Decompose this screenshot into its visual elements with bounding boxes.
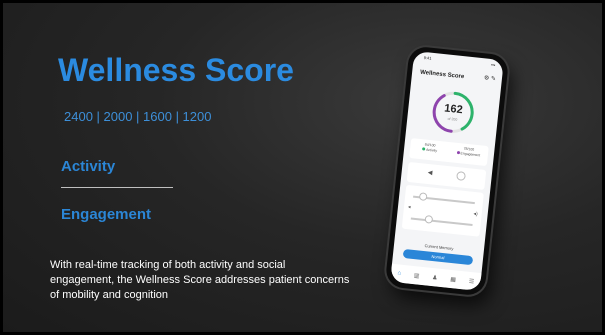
activity-dot-icon: [421, 147, 426, 151]
divider: [61, 187, 173, 188]
app-title: Wellness Score: [419, 69, 465, 81]
phone-screen: 9:41 ▪▪▪ Wellness Score ⚙ ✎ 162 of 200 8…: [390, 50, 504, 292]
engagement-dot-icon: [456, 150, 460, 155]
speaker-icon[interactable]: ◀: [427, 169, 432, 176]
settings-icon[interactable]: ⚙: [483, 75, 489, 82]
size-options: 2400 | 2000 | 1600 | 1200: [64, 109, 212, 124]
menu-icon[interactable]: ☰: [468, 277, 474, 285]
chart-icon[interactable]: ▥: [413, 272, 419, 280]
status-time: 9:41: [423, 54, 432, 61]
toggle-icon[interactable]: [456, 171, 467, 181]
activity-heading: Activity: [61, 158, 116, 175]
volume-low-icon: ◂: [407, 204, 411, 211]
slide: Wellness Score 2400 | 2000 | 1600 | 1200…: [3, 3, 602, 332]
description-text: With real-time tracking of both activity…: [50, 259, 350, 301]
slide-title: Wellness Score: [58, 52, 294, 88]
edit-icon[interactable]: ✎: [491, 76, 497, 82]
stats-card: 84/100 Activity 78/100 Engagement: [409, 138, 489, 167]
slider-1-thumb[interactable]: [418, 192, 428, 202]
slider-2-thumb[interactable]: [424, 214, 434, 224]
stat-engagement: 78/100 Engagement: [448, 142, 489, 166]
home-icon[interactable]: ⌂: [397, 270, 401, 276]
volume-high-icon: ◂): [473, 211, 478, 218]
signal-icon: ▪▪▪: [490, 62, 496, 68]
activity-icon[interactable]: ♟: [432, 274, 438, 282]
status-bar: 9:41 ▪▪▪: [423, 55, 495, 70]
phone-mockup: 9:41 ▪▪▪ Wellness Score ⚙ ✎ 162 of 200 8…: [384, 45, 510, 297]
slider-2[interactable]: [410, 217, 473, 226]
header-icons: ⚙ ✎: [483, 74, 496, 82]
stat-activity-label: Activity: [425, 147, 438, 153]
bottom-nav: ⌂ ▥ ♟ ▦ ☰: [390, 263, 482, 292]
stat-engagement-label: Engagement: [460, 151, 481, 158]
grid-icon[interactable]: ▦: [450, 275, 456, 283]
engagement-heading: Engagement: [61, 206, 152, 223]
stat-activity: 84/100 Activity: [409, 138, 450, 162]
sliders-card: ◂ ◂): [401, 184, 484, 237]
